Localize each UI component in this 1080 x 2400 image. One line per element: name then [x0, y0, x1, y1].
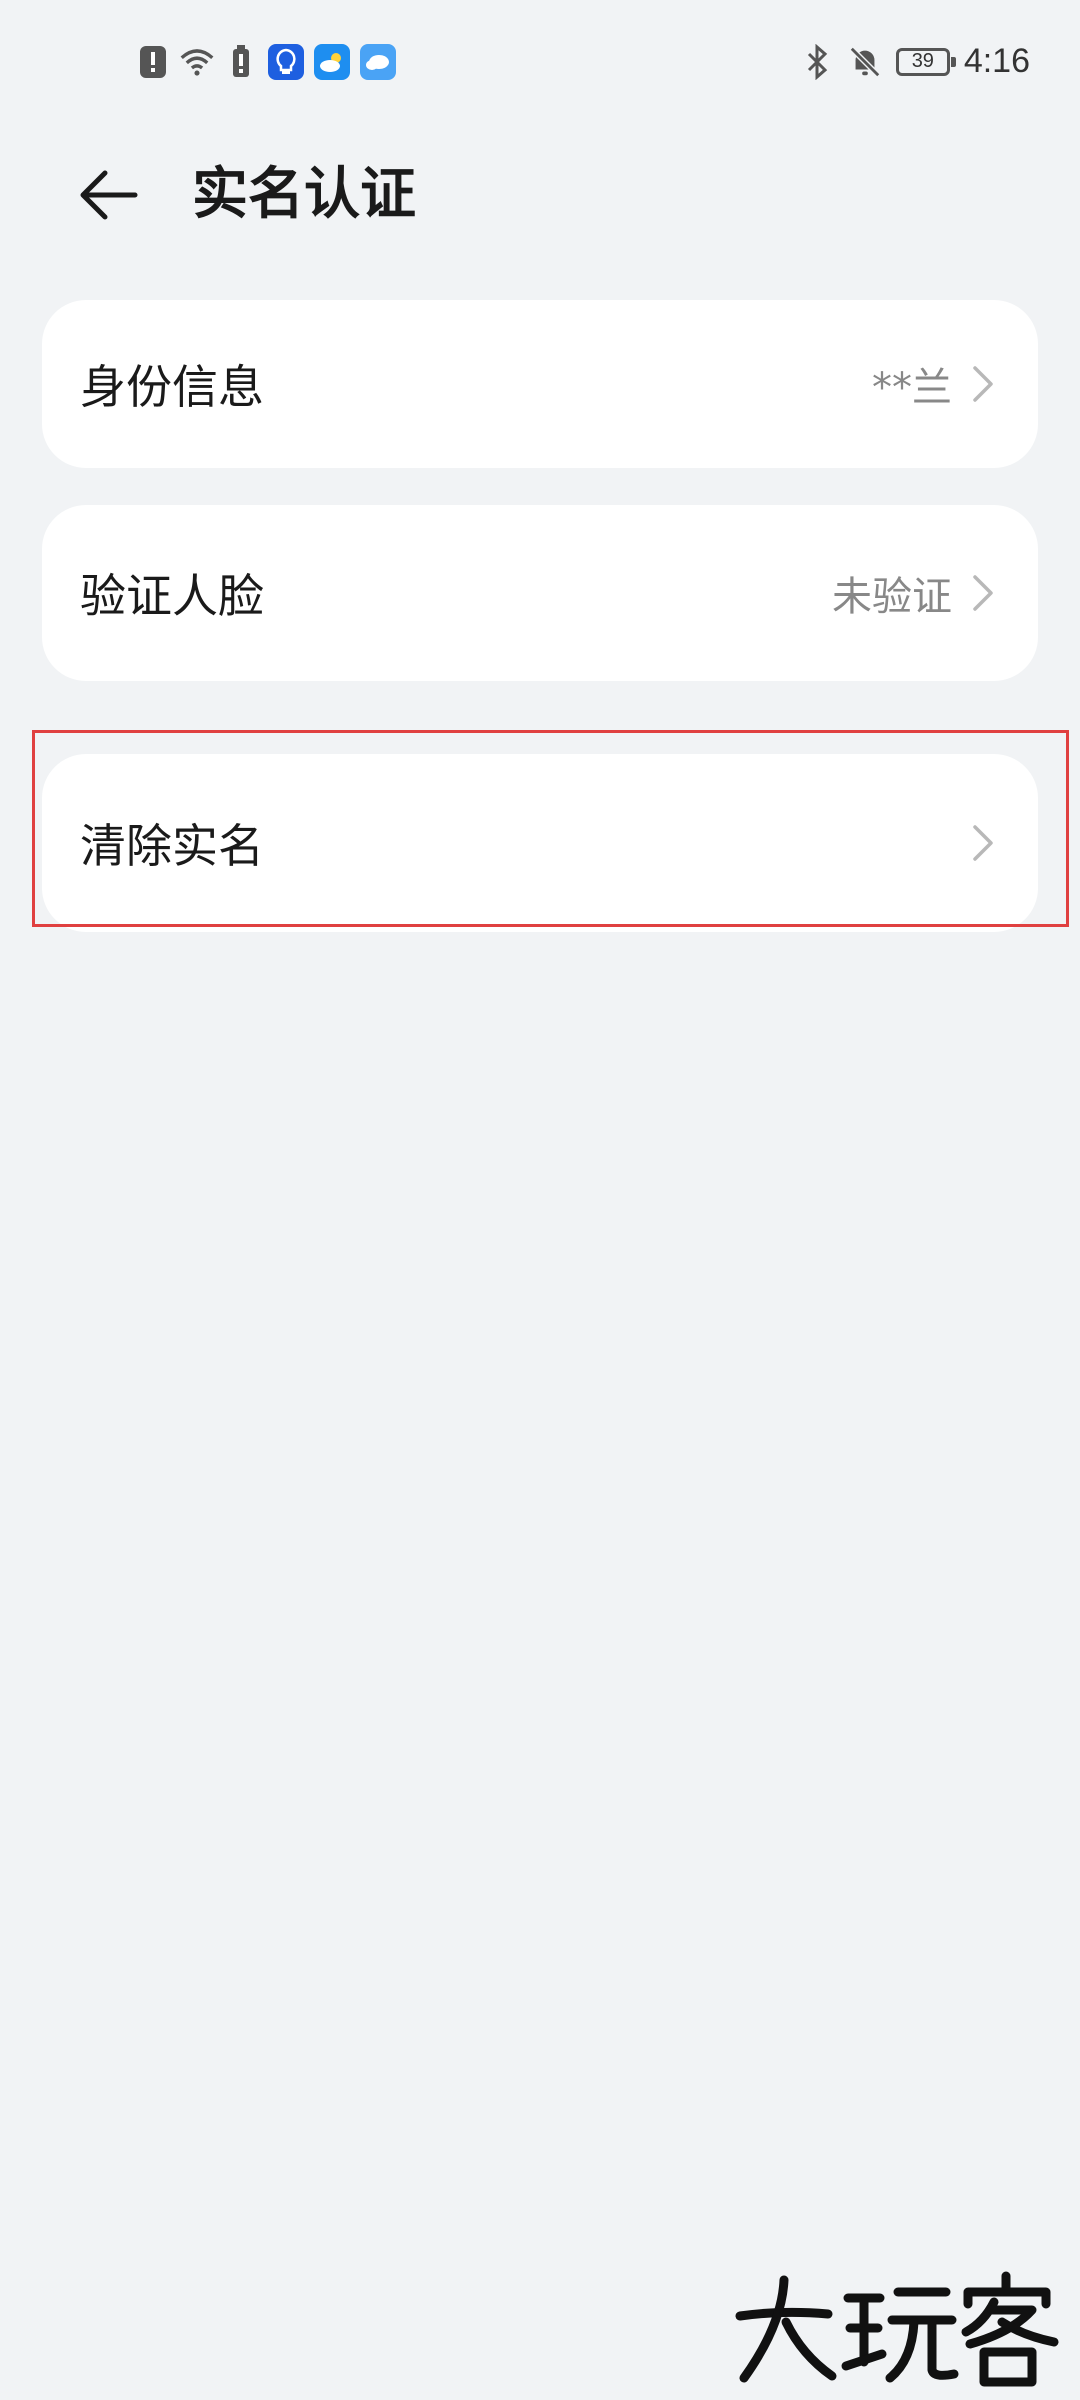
back-arrow-icon	[80, 170, 138, 220]
item-label: 身份信息	[80, 360, 264, 414]
battery-level: 39	[911, 50, 934, 72]
mute-icon	[848, 45, 882, 79]
back-button[interactable]	[70, 162, 144, 228]
alert-icon	[136, 45, 170, 79]
battery-icon: 39	[895, 47, 956, 76]
chevron-right-icon	[968, 362, 998, 406]
chevron-right-icon	[968, 821, 998, 865]
weather-app-icon	[314, 44, 350, 80]
cloud-app-icon	[360, 44, 396, 80]
status-bar-left	[136, 44, 396, 80]
item-value: **兰	[872, 365, 952, 411]
status-bar: 39 4:16	[0, 0, 1080, 130]
chevron-right-icon	[968, 571, 998, 615]
bluetooth-icon	[800, 43, 834, 80]
header: 实名认证	[0, 140, 1080, 250]
status-time: 4:16	[963, 42, 1030, 80]
page-title: 实名认证	[192, 162, 416, 227]
verify-face-item[interactable]: 验证人脸 未验证	[42, 505, 1038, 681]
item-label: 验证人脸	[80, 569, 264, 623]
lightbulb-app-icon	[268, 44, 304, 80]
watermark-logo	[732, 2270, 1062, 2390]
clear-real-name-item[interactable]: 清除实名	[42, 754, 1038, 932]
wifi-icon	[180, 45, 214, 79]
battery-saver-icon	[224, 45, 258, 79]
item-label: 清除实名	[80, 819, 264, 873]
identity-info-item[interactable]: 身份信息 **兰	[42, 300, 1038, 468]
item-value: 未验证	[832, 574, 952, 620]
status-bar-right: 39 4:16	[800, 42, 1030, 81]
